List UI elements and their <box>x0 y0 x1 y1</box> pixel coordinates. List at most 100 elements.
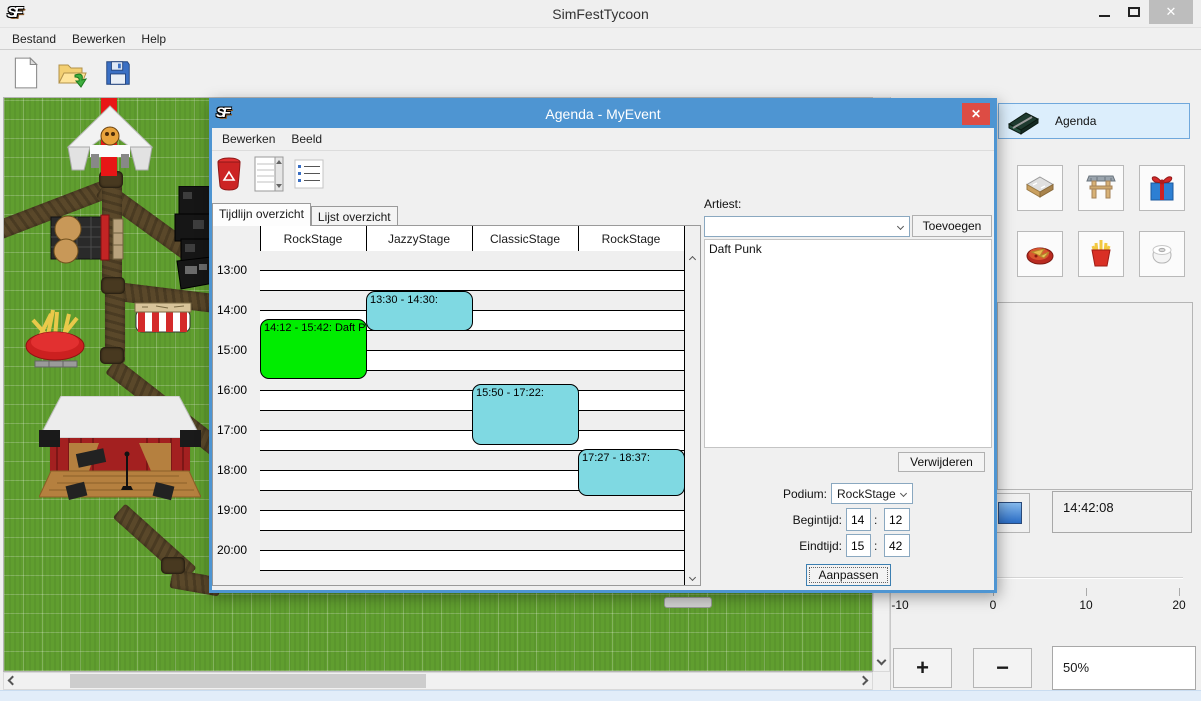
time-control-icon <box>998 502 1022 524</box>
new-file-button[interactable] <box>8 55 44 93</box>
schedule-row[interactable] <box>260 531 684 551</box>
open-folder-button[interactable] <box>54 55 90 93</box>
agenda-button[interactable]: Agenda <box>998 103 1190 139</box>
scroll-right-icon[interactable] <box>856 673 871 688</box>
tab-list-overview[interactable]: Lijst overzicht <box>311 206 398 226</box>
schedule-row[interactable] <box>260 571 684 586</box>
schedule-grid: RockStageJazzyStageClassicStageRockStage… <box>212 225 701 586</box>
maximize-button[interactable] <box>1119 0 1149 24</box>
gift-icon <box>1146 171 1178 206</box>
schedule-event[interactable]: 15:50 - 17:22: <box>472 384 579 445</box>
dialog-close-button[interactable]: ✕ <box>962 103 990 125</box>
stage-structure[interactable] <box>39 396 201 525</box>
burger-stand[interactable] <box>49 211 125 270</box>
schedule-event[interactable]: 17:27 - 18:37: <box>578 449 684 496</box>
hour-label: 13:00 <box>217 263 257 277</box>
zoom-level-field[interactable]: 50% <box>1052 646 1196 690</box>
dialog-titlebar[interactable]: SF Agenda - MyEvent ✕ <box>212 101 994 128</box>
menu-item-bestand[interactable]: Bestand <box>4 30 64 48</box>
torii-gate-icon <box>1085 171 1117 206</box>
podium-label: Podium: <box>752 487 827 501</box>
artist-label: Artiest: <box>704 197 741 211</box>
dialog-title: Agenda - MyEvent <box>212 106 994 122</box>
minimize-button[interactable] <box>1089 0 1119 24</box>
timeline-view-button[interactable] <box>254 156 284 195</box>
hour-label: 20:00 <box>217 543 257 557</box>
path-junction <box>100 347 124 364</box>
path-junction <box>101 277 125 294</box>
grid-column-line <box>684 226 685 586</box>
remove-artist-button[interactable]: Verwijderen <box>898 452 985 472</box>
map-horizontal-scrollbar[interactable] <box>3 672 873 690</box>
item-button-torii-gate[interactable] <box>1078 165 1124 211</box>
artist-dropdown[interactable] <box>704 216 910 237</box>
window-title: SimFestTycoon <box>0 6 1201 22</box>
schedule-row[interactable] <box>260 251 684 271</box>
schedule-rows-area[interactable]: 14:12 - 15:42: Daft Punk13:30 - 14:30: 15… <box>260 251 684 586</box>
dialog-tabs: Tijdlijn overzichtLijst overzicht <box>212 203 398 226</box>
fries-stand[interactable] <box>23 306 89 371</box>
agenda-book-icon <box>1005 109 1041 140</box>
begin-hour-field[interactable] <box>846 508 871 531</box>
item-button-pizza[interactable] <box>1017 231 1063 277</box>
new-file-icon <box>11 56 41 93</box>
fries-icon <box>1085 237 1117 272</box>
zoom-in-button[interactable]: + <box>893 648 952 688</box>
app-window: { "window": { "logo": "SF", "title": "Si… <box>0 0 1201 701</box>
item-button-fries[interactable] <box>1078 231 1124 277</box>
dialog-close-icon: ✕ <box>971 107 981 121</box>
pizza-icon <box>1024 237 1056 272</box>
schedule-scrollbar[interactable] <box>684 251 701 586</box>
agenda-dialog: SF Agenda - MyEvent ✕ BewerkenBeeld Tijd… <box>209 98 997 593</box>
hour-label: 15:00 <box>217 343 257 357</box>
podium-dropdown[interactable]: RockStage <box>831 483 913 504</box>
end-hour-field[interactable] <box>846 534 871 557</box>
save-button[interactable] <box>100 55 136 93</box>
begin-minute-field[interactable] <box>884 508 910 531</box>
hour-label: 19:00 <box>217 503 257 517</box>
apply-button[interactable]: Aanpassen <box>806 564 891 586</box>
window-controls: ✕ <box>1089 0 1193 24</box>
schedule-event[interactable]: 13:30 - 14:30: <box>366 291 473 331</box>
maximize-icon <box>1128 7 1140 17</box>
hour-label: 17:00 <box>217 423 257 437</box>
scroll-down-icon[interactable] <box>874 653 889 668</box>
toilet-paper-icon <box>1146 237 1178 272</box>
menu-item-bewerken[interactable]: Bewerken <box>64 30 133 48</box>
list-scroll-icon <box>254 180 284 195</box>
add-artist-button[interactable]: Toevoegen <box>912 215 992 237</box>
tab-timeline-overview[interactable]: Tijdlijn overzicht <box>212 203 311 226</box>
end-minute-field[interactable] <box>884 534 910 557</box>
colon-separator: : <box>874 539 877 553</box>
scroll-left-icon[interactable] <box>5 673 20 688</box>
item-button-gift[interactable] <box>1139 165 1185 211</box>
info-panel <box>997 302 1193 490</box>
zoom-out-button[interactable]: − <box>973 648 1032 688</box>
dialog-menu-item-beeld[interactable]: Beeld <box>283 130 330 148</box>
schedule-row[interactable] <box>260 271 684 291</box>
scroll-down-icon[interactable] <box>685 570 700 585</box>
schedule-event[interactable]: 14:12 - 15:42: Daft Punk <box>260 319 367 379</box>
path-junction <box>161 557 185 574</box>
scroll-up-icon[interactable] <box>685 252 700 267</box>
colon-separator: : <box>874 513 877 527</box>
trash-icon <box>216 179 242 194</box>
menu-item-help[interactable]: Help <box>133 30 174 48</box>
schedule-row[interactable] <box>260 511 684 531</box>
delete-event-button[interactable] <box>216 157 242 194</box>
scrollbar-thumb[interactable] <box>70 674 426 688</box>
item-button-toilet-paper[interactable] <box>1139 231 1185 277</box>
tent-structure[interactable] <box>67 104 153 183</box>
list-view-button[interactable] <box>294 159 324 192</box>
close-window-button[interactable]: ✕ <box>1149 0 1193 24</box>
dialog-menu-item-bewerken[interactable]: Bewerken <box>214 130 283 148</box>
minus-icon: − <box>996 655 1009 681</box>
artist-listbox[interactable]: Daft Punk <box>704 239 992 448</box>
slider-tick-label: 10 <box>1068 598 1104 612</box>
item-button-road-tile[interactable] <box>1017 165 1063 211</box>
striped-stand[interactable] <box>134 301 192 338</box>
artist-list-item[interactable]: Daft Punk <box>709 242 987 257</box>
minimize-icon <box>1099 15 1110 17</box>
schedule-row[interactable] <box>260 551 684 571</box>
main-menubar: BestandBewerkenHelp <box>0 28 1201 50</box>
